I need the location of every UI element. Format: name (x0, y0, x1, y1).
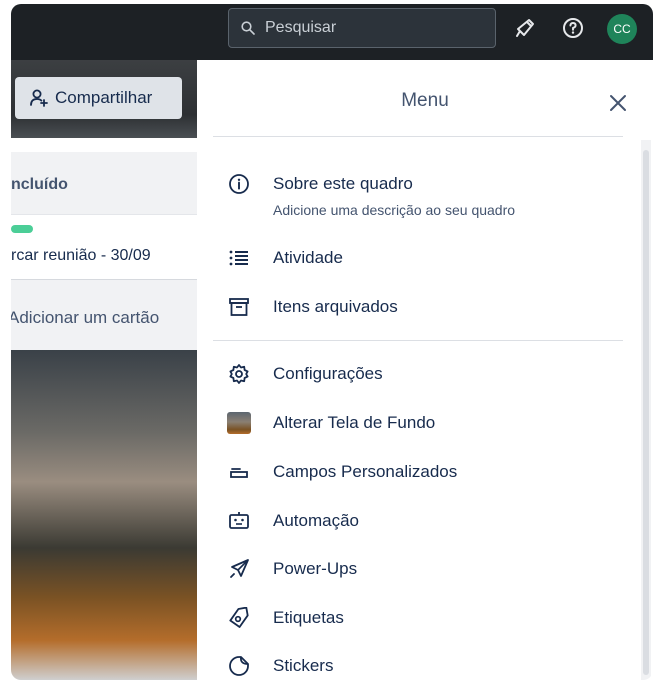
menu-item-label: Atividade (273, 248, 343, 267)
sticker-icon (227, 654, 251, 678)
rocket-icon (227, 557, 251, 581)
card[interactable]: rcar reunião - 30/09 (11, 214, 197, 280)
share-button[interactable]: Compartilhar (15, 77, 182, 119)
top-navigation-bar: CC (11, 4, 653, 60)
help-icon[interactable] (559, 14, 587, 42)
robot-icon (227, 509, 251, 533)
list-title[interactable]: ncluído (11, 176, 68, 194)
share-button-label: Compartilhar (55, 88, 153, 107)
menu-item-settings[interactable]: Configurações (227, 362, 617, 402)
info-icon (227, 172, 251, 196)
menu-item-custom-fields[interactable]: Campos Personalizados (227, 460, 617, 500)
archive-icon (227, 295, 251, 319)
gear-icon (227, 362, 251, 386)
menu-item-automation[interactable]: Automação (227, 509, 617, 549)
card-title[interactable]: rcar reunião - 30/09 (11, 247, 151, 265)
menu-title: Menu (401, 90, 449, 111)
search-input[interactable] (263, 18, 467, 38)
board-background-image (11, 350, 197, 680)
menu-item-stickers[interactable]: Stickers (227, 654, 617, 680)
search-box[interactable] (228, 8, 496, 48)
board-area: Compartilhar ncluído rcar reunião - 30/0… (11, 60, 197, 680)
menu-item-label: Power-Ups (273, 559, 358, 578)
menu-item-power-ups[interactable]: Power-Ups (227, 557, 617, 597)
board-list: ncluído rcar reunião - 30/09 Adicionar u… (11, 152, 197, 350)
close-icon[interactable] (603, 88, 633, 118)
menu-item-label: Campos Personalizados (273, 462, 458, 481)
menu-item-labels[interactable]: Etiquetas (227, 606, 617, 646)
menu-item-change-background[interactable]: Alterar Tela de Fundo (227, 411, 617, 451)
menu-header-divider (213, 136, 623, 137)
app-window: CC Compartilhar ncluído rcar reunião - 3… (11, 4, 653, 680)
search-icon (241, 21, 255, 35)
card-label-green[interactable] (11, 225, 33, 233)
background-thumbnail (227, 411, 251, 435)
menu-section-divider (213, 340, 623, 341)
menu-item-label: Itens arquivados (273, 297, 398, 316)
menu-item-label: Etiquetas (273, 608, 344, 627)
menu-item-label: Sobre este quadro (273, 174, 413, 193)
menu-item-activity[interactable]: Atividade (227, 246, 617, 286)
board-menu-panel: Menu Sobre este quadro Adicione uma desc… (197, 60, 653, 680)
megaphone-icon[interactable] (511, 14, 539, 42)
custom-fields-icon (227, 460, 251, 484)
menu-item-label: Configurações (273, 364, 383, 383)
menu-item-label: Automação (273, 511, 359, 530)
board-header: Compartilhar (11, 60, 197, 138)
tag-icon (227, 606, 251, 630)
menu-item-label: Stickers (273, 656, 334, 675)
add-card-button[interactable]: Adicionar um cartão (11, 308, 159, 328)
add-person-icon (30, 89, 48, 107)
activity-list-icon (227, 246, 251, 270)
menu-item-about-board[interactable]: Sobre este quadro Adicione uma descrição… (227, 172, 617, 226)
avatar[interactable]: CC (607, 14, 637, 44)
menu-item-description: Adicione uma descrição ao seu quadro (273, 202, 516, 218)
menu-item-archived[interactable]: Itens arquivados (227, 295, 617, 335)
menu-item-label: Alterar Tela de Fundo (273, 413, 436, 432)
scrollbar-thumb[interactable] (643, 150, 649, 675)
